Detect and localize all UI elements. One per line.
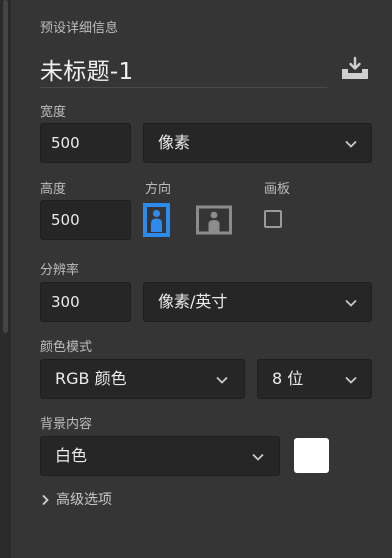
width-unit-select[interactable]: 像素 bbox=[143, 123, 372, 163]
landscape-orientation-button[interactable] bbox=[195, 202, 233, 238]
bit-depth-select[interactable]: 8 位 bbox=[257, 359, 372, 399]
bit-depth-value: 8 位 bbox=[272, 369, 304, 388]
artboard-checkbox[interactable] bbox=[264, 210, 282, 228]
advanced-options-label: 高级选项 bbox=[56, 492, 112, 508]
document-name-underline bbox=[40, 87, 327, 88]
orientation-label: 方向 bbox=[145, 182, 172, 197]
landscape-icon bbox=[208, 211, 220, 233]
chevron-down-icon bbox=[345, 140, 357, 148]
chevron-down-icon bbox=[345, 299, 357, 307]
width-label: 宽度 bbox=[40, 105, 67, 120]
portrait-orientation-button[interactable] bbox=[142, 202, 178, 238]
save-preset-icon[interactable] bbox=[340, 56, 370, 80]
background-label: 背景内容 bbox=[40, 417, 93, 432]
resolution-label: 分辨率 bbox=[40, 263, 80, 278]
height-label: 高度 bbox=[40, 182, 67, 197]
preset-details-panel: 预设详细信息 未标题-1 宽度 500 像素 高度 方向 画板 500 分辨率 bbox=[0, 0, 392, 558]
scrollbar-thumb[interactable] bbox=[3, 0, 8, 333]
artboard-label: 画板 bbox=[264, 182, 291, 197]
resolution-unit-value: 像素/英寸 bbox=[158, 292, 228, 311]
advanced-options-toggle[interactable]: 高级选项 bbox=[40, 489, 112, 509]
height-input[interactable]: 500 bbox=[40, 200, 131, 240]
color-mode-label: 颜色模式 bbox=[40, 340, 93, 355]
resolution-unit-select[interactable]: 像素/英寸 bbox=[143, 282, 372, 322]
document-name-field[interactable]: 未标题-1 bbox=[40, 52, 133, 86]
section-title: 预设详细信息 bbox=[40, 21, 119, 36]
color-mode-value: RGB 颜色 bbox=[55, 369, 127, 388]
chevron-down-icon bbox=[345, 376, 357, 384]
resolution-input[interactable]: 300 bbox=[40, 282, 131, 322]
color-mode-select[interactable]: RGB 颜色 bbox=[40, 359, 245, 399]
background-color-swatch[interactable] bbox=[294, 438, 329, 473]
width-unit-value: 像素 bbox=[158, 133, 191, 152]
chevron-right-icon bbox=[42, 494, 49, 506]
width-input[interactable]: 500 bbox=[40, 123, 131, 163]
chevron-down-icon bbox=[216, 376, 228, 384]
background-value: 白色 bbox=[55, 446, 88, 465]
chevron-down-icon bbox=[252, 453, 264, 461]
scrollbar-track[interactable] bbox=[0, 0, 11, 558]
background-select[interactable]: 白色 bbox=[40, 436, 280, 476]
